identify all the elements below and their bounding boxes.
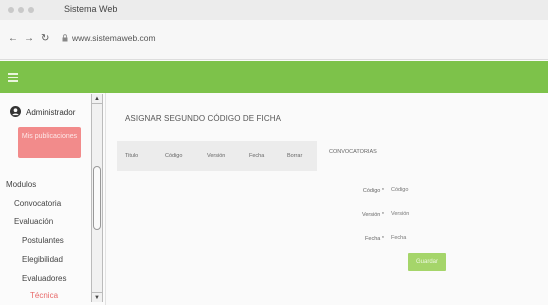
table-header: Titulo Código Versión Fecha Borrar (117, 141, 317, 171)
codigo-input[interactable] (387, 185, 437, 196)
title-bar: Sistema Web (0, 0, 548, 20)
sidebar-item-postulantes[interactable]: Postulantes (22, 236, 64, 245)
window-title: Sistema Web (64, 4, 118, 14)
column-header-version: Versión (207, 153, 226, 159)
codigo-label: Código * (362, 188, 384, 194)
browser-window: Sistema Web ← → ↻ www.sistemaweb.com Adm… (0, 0, 548, 305)
column-header-borrar: Borrar (287, 153, 303, 159)
sidebar: Administrador Mis publicaciones Modulos … (0, 93, 106, 305)
sidebar-item-convocatoria[interactable]: Convocatoria (14, 199, 61, 208)
scroll-down-arrow-icon[interactable]: ▼ (92, 292, 102, 302)
form-title: CONVOCATORIAS (329, 149, 377, 155)
scroll-up-arrow-icon[interactable]: ▲ (92, 94, 102, 104)
column-header-fecha: Fecha (249, 153, 265, 159)
column-header-codigo: Código (165, 153, 183, 159)
app-header (0, 61, 548, 93)
lock-icon (62, 34, 68, 42)
back-arrow-icon[interactable]: ← (8, 34, 18, 44)
publications-button[interactable]: Mis publicaciones (18, 127, 81, 158)
main-content: ASIGNAR SEGUNDO CÓDIGO DE FICHA Titulo C… (107, 93, 548, 305)
close-window-button[interactable] (8, 7, 14, 13)
sidebar-item-modulos[interactable]: Modulos (6, 180, 36, 189)
user-name: Administrador (26, 108, 76, 117)
page-title: ASIGNAR SEGUNDO CÓDIGO DE FICHA (125, 114, 282, 123)
sidebar-item-elegibilidad[interactable]: Elegibilidad (22, 255, 63, 264)
scrollbar-thumb[interactable] (93, 166, 101, 230)
minimize-window-button[interactable] (18, 7, 24, 13)
forward-arrow-icon[interactable]: → (24, 34, 34, 44)
hamburger-icon[interactable] (8, 73, 18, 82)
maximize-window-button[interactable] (28, 7, 34, 13)
save-button[interactable]: Guardar (408, 253, 446, 271)
url-field[interactable]: www.sistemaweb.com (72, 33, 156, 43)
sidebar-item-evaluacion[interactable]: Evaluación (14, 217, 53, 226)
sidebar-item-evaluadores[interactable]: Evaluadores (22, 274, 66, 283)
column-header-titulo: Titulo (125, 153, 139, 159)
fecha-label: Fecha * (365, 236, 384, 242)
version-label: Versión * (361, 212, 384, 218)
sidebar-scrollbar[interactable]: ▲ ▼ (91, 94, 103, 302)
sidebar-item-tecnica[interactable]: Técnica (30, 291, 58, 300)
reload-icon[interactable]: ↻ (41, 34, 49, 44)
user-avatar-icon (10, 106, 21, 117)
version-input[interactable] (387, 209, 437, 220)
fecha-input[interactable] (387, 233, 437, 244)
address-bar: ← → ↻ www.sistemaweb.com (0, 20, 548, 60)
